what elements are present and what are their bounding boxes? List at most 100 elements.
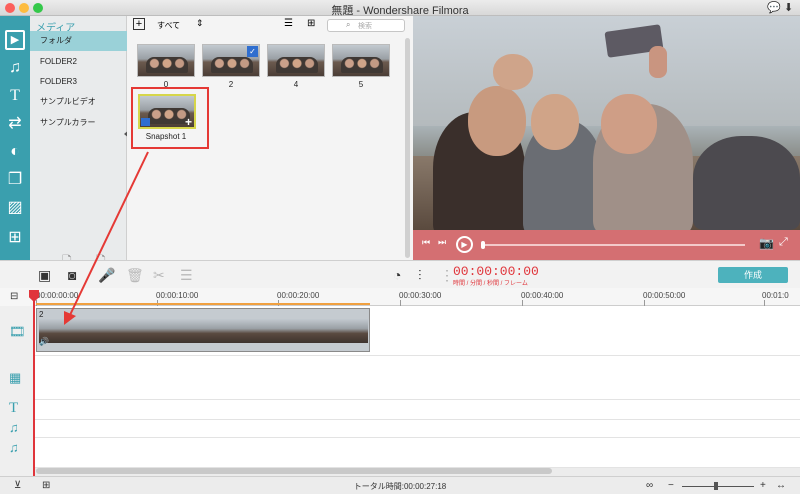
clip-label: 2 bbox=[39, 310, 44, 319]
title-bar: 無題 - Wondershare Filmora 💬 ⬇ bbox=[0, 0, 800, 17]
text-track-icon[interactable]: T bbox=[9, 400, 18, 417]
speed-icon[interactable]: ◔ bbox=[393, 267, 401, 283]
clip-frame bbox=[227, 319, 274, 343]
timeline-scrollbar[interactable] bbox=[36, 468, 552, 474]
record-icon[interactable]: ◙ bbox=[68, 267, 76, 283]
module-sidebar: ▶ ♫ T ⇄ ◐ ❐ ▨ ⊞ bbox=[0, 16, 30, 260]
media-icon[interactable]: ▶ bbox=[5, 30, 25, 50]
music-icon[interactable]: ♫ bbox=[5, 58, 25, 78]
music-track-icon[interactable]: ♫ bbox=[9, 440, 19, 455]
add-track-ruler-icon[interactable]: ⊟ bbox=[10, 291, 18, 302]
grid-view-icon[interactable]: ⊞ bbox=[307, 18, 315, 29]
media-scrollbar[interactable] bbox=[405, 38, 410, 258]
media-thumb[interactable] bbox=[137, 44, 195, 77]
folder-item[interactable]: フォルダ bbox=[30, 31, 127, 51]
play-button[interactable]: ▶ bbox=[456, 236, 473, 253]
preview-person bbox=[601, 94, 657, 154]
voiceover-icon[interactable]: 🎤 bbox=[98, 267, 115, 284]
audio-mixer-icon[interactable]: ⫶ bbox=[418, 267, 422, 284]
fast-forward-icon[interactable]: ⏭ bbox=[438, 237, 446, 248]
clip-frame bbox=[321, 319, 368, 343]
clip-frame bbox=[133, 319, 180, 343]
adjust-icon[interactable]: ☰ bbox=[180, 267, 193, 284]
music-track-icon[interactable]: ♫ bbox=[9, 420, 19, 435]
overlay-icon[interactable]: ❐ bbox=[5, 170, 25, 190]
edit-toolbar: ▣ ◙ 🎤 🗑 ✂ ☰ ◔ ⫶ ⋮ 00:00:00:00 時間 / 分間 / … bbox=[0, 260, 800, 288]
delete-icon[interactable]: 🗑 bbox=[126, 267, 144, 284]
preview-person bbox=[693, 136, 800, 230]
sort-icon[interactable]: ☰ bbox=[284, 18, 293, 29]
chevron-updown-icon[interactable]: ⇕ bbox=[196, 18, 204, 29]
progress-knob[interactable] bbox=[481, 241, 485, 249]
player-controls: ⏮ ⏭ ▶ 📷 ⤢ bbox=[413, 230, 800, 260]
clip-frame bbox=[86, 319, 133, 343]
total-duration: トータル時間:00:00:27:18 bbox=[353, 482, 447, 491]
playback-progress[interactable] bbox=[483, 244, 745, 246]
music-track-2[interactable] bbox=[34, 438, 800, 468]
link-icon[interactable]: ∞ bbox=[646, 480, 653, 491]
search-placeholder: 検索 bbox=[358, 23, 372, 30]
filter-select[interactable]: すべて bbox=[157, 20, 180, 31]
annotation-highlight-box bbox=[131, 87, 209, 149]
clip-frame bbox=[180, 319, 227, 343]
render-bar bbox=[36, 303, 370, 305]
add-track-icon[interactable]: ▣ bbox=[38, 267, 51, 284]
search-input[interactable]: ⌕ 検索 bbox=[327, 19, 405, 32]
zoom-in-icon[interactable]: + bbox=[760, 480, 766, 491]
fit-width-icon[interactable]: ↔ bbox=[776, 480, 786, 491]
divider-icon: ⋮ bbox=[440, 267, 454, 283]
media-thumb-label: 5 bbox=[358, 80, 364, 89]
video-clip[interactable]: 2 🔊 bbox=[36, 308, 370, 352]
ruler-label: 00:01:0 bbox=[762, 291, 789, 300]
media-thumb[interactable]: ✓ bbox=[202, 44, 260, 77]
snapshot-camera-icon[interactable]: 📷 bbox=[759, 236, 774, 250]
video-preview bbox=[413, 16, 800, 230]
text-icon[interactable]: T bbox=[5, 86, 25, 106]
split-screen-icon[interactable]: ⊞ bbox=[5, 228, 25, 248]
media-thumb[interactable] bbox=[332, 44, 390, 77]
import-icon[interactable]: + bbox=[133, 18, 145, 30]
filter-icon[interactable]: ◐ bbox=[5, 142, 25, 162]
chat-icon[interactable]: 💬 bbox=[767, 1, 781, 14]
playhead-line[interactable] bbox=[33, 290, 35, 476]
text-track[interactable] bbox=[34, 400, 800, 420]
split-icon[interactable]: ✂ bbox=[153, 267, 165, 284]
preview-person bbox=[468, 86, 526, 156]
folder-item[interactable]: サンプルビデオ bbox=[30, 92, 127, 112]
preview-person bbox=[493, 54, 533, 90]
search-icon: ⌕ bbox=[346, 20, 351, 29]
timecode-display: 00:00:00:00 bbox=[453, 264, 539, 279]
music-track-1[interactable] bbox=[34, 420, 800, 438]
folder-panel: メディア フォルダ FOLDER2 FOLDER3 サンプルビデオ サンプルカラ… bbox=[30, 16, 127, 268]
preview-hand bbox=[649, 46, 667, 78]
media-thumb[interactable] bbox=[267, 44, 325, 77]
ruler-corner: ⊟ bbox=[0, 288, 34, 306]
overlay-track-icon[interactable]: ▦ bbox=[9, 370, 21, 386]
check-icon: ✓ bbox=[247, 46, 258, 57]
timecode-caption: 時間 / 分間 / 秒間 / フレーム bbox=[453, 281, 528, 287]
rewind-icon[interactable]: ⏮ bbox=[422, 237, 430, 248]
download-icon[interactable]: ⬇ bbox=[784, 1, 793, 14]
clip-frame bbox=[274, 319, 321, 343]
overlay-track[interactable] bbox=[34, 356, 800, 400]
folder-item[interactable]: FOLDER2 bbox=[30, 52, 127, 72]
zoom-slider[interactable] bbox=[682, 486, 754, 487]
speaker-icon: 🔊 bbox=[39, 337, 49, 346]
ruler-label: 00:00:10:00 bbox=[156, 291, 199, 300]
zoom-out-icon[interactable]: − bbox=[668, 480, 674, 491]
ruler-label: 00:00:30:00 bbox=[399, 291, 442, 300]
ruler-label: 00:00:00:00 bbox=[36, 291, 79, 300]
video-track-icon[interactable]: 🎞 bbox=[9, 324, 26, 340]
image-icon[interactable]: ▨ bbox=[5, 198, 25, 218]
media-toolbar: + すべて ⇕ ☰ ⊞ ⌕ 検索 bbox=[127, 16, 413, 36]
zoom-slider-knob[interactable] bbox=[714, 482, 718, 490]
transition-icon[interactable]: ⇄ bbox=[5, 114, 25, 134]
media-thumb-label: 4 bbox=[293, 80, 299, 89]
fullscreen-icon[interactable]: ⤢ bbox=[779, 236, 788, 249]
folder-item[interactable]: サンプルカラー bbox=[30, 113, 127, 133]
ruler-label: 00:00:50:00 bbox=[643, 291, 686, 300]
export-button[interactable]: 作成 bbox=[718, 267, 788, 283]
folder-item[interactable]: FOLDER3 bbox=[30, 72, 127, 92]
media-thumb-label: 2 bbox=[228, 80, 234, 89]
ruler-label: 00:00:20:00 bbox=[277, 291, 320, 300]
